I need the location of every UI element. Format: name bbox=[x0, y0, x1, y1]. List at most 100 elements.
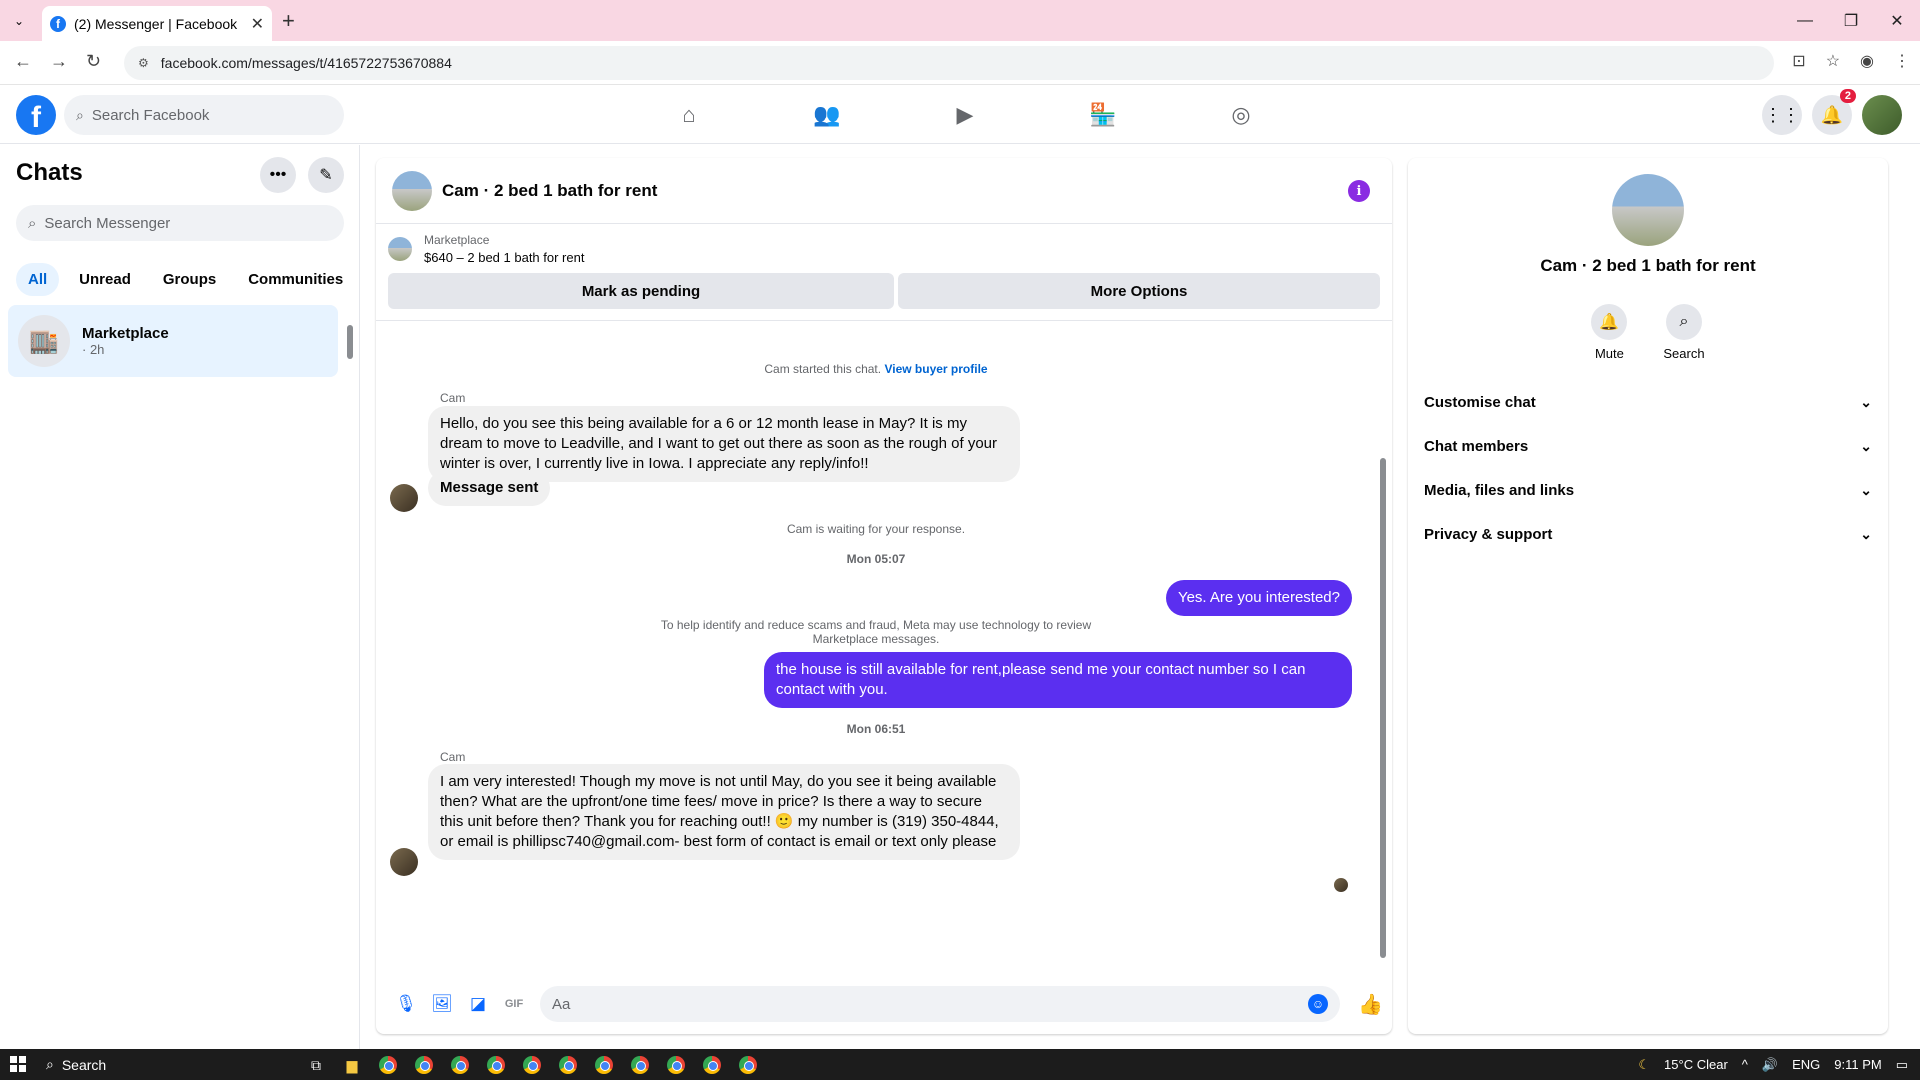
outgoing-message[interactable]: the house is still available for rent,pl… bbox=[764, 652, 1352, 708]
chrome-icon[interactable] bbox=[664, 1053, 688, 1077]
messenger-search-input[interactable]: ⌕ Search Messenger bbox=[16, 205, 344, 241]
message-list: Cam started this chat. View buyer profil… bbox=[376, 322, 1376, 972]
mark-as-pending-button[interactable]: Mark as pending bbox=[388, 273, 894, 309]
facebook-logo-icon[interactable]: f bbox=[16, 95, 56, 135]
chevron-down-icon: ⌄ bbox=[1860, 437, 1872, 454]
chrome-icon[interactable] bbox=[628, 1053, 652, 1077]
chrome-icon[interactable] bbox=[520, 1053, 544, 1077]
conversation-title[interactable]: Cam · 2 bed 1 bath for rent bbox=[442, 181, 657, 201]
mute-button[interactable]: 🔔 Mute bbox=[1591, 304, 1628, 361]
search-in-chat-button[interactable]: ⌕ Search bbox=[1663, 304, 1705, 361]
search-icon: ⌕ bbox=[28, 214, 37, 232]
friends-icon[interactable]: 👥 bbox=[758, 86, 896, 144]
home-icon[interactable]: ⌂ bbox=[620, 86, 758, 144]
weather-text[interactable]: 15°C Clear bbox=[1664, 1057, 1728, 1072]
waiting-notice: Cam is waiting for your response. bbox=[786, 522, 966, 536]
sticker-icon[interactable]: ◪ bbox=[460, 994, 496, 1014]
listing-profile-avatar[interactable] bbox=[1612, 174, 1684, 246]
outgoing-message[interactable]: Yes. Are you interested? bbox=[1165, 580, 1352, 616]
chevron-down-icon: ⌄ bbox=[1860, 481, 1872, 498]
read-receipt-avatar bbox=[1334, 878, 1348, 892]
marketplace-icon[interactable]: 🏪 bbox=[1034, 86, 1172, 144]
more-options-icon[interactable]: ••• bbox=[260, 157, 296, 193]
back-icon[interactable]: ← bbox=[14, 51, 32, 72]
menu-grid-icon[interactable]: ⋮⋮ bbox=[1762, 95, 1802, 135]
chats-scrollbar[interactable] bbox=[346, 305, 354, 365]
chrome-icon[interactable] bbox=[376, 1053, 400, 1077]
filter-groups[interactable]: Groups bbox=[151, 263, 228, 296]
sender-avatar[interactable] bbox=[390, 848, 418, 876]
section-media-files-links[interactable]: Media, files and links ⌄ bbox=[1408, 468, 1888, 512]
section-label: Privacy & support bbox=[1424, 525, 1553, 543]
listing-avatar[interactable] bbox=[392, 170, 432, 211]
section-chat-members[interactable]: Chat members ⌄ bbox=[1408, 424, 1888, 468]
listing-price-title[interactable]: $640 – 2 bed 1 bath for rent bbox=[424, 250, 584, 265]
windows-start-icon[interactable] bbox=[10, 1056, 26, 1072]
minimize-icon[interactable]: — bbox=[1782, 0, 1828, 41]
taskbar-search[interactable]: ⌕ Search bbox=[46, 1049, 106, 1080]
message-input[interactable]: Aa ☺ bbox=[540, 986, 1340, 1022]
close-tab-icon[interactable]: ✕ bbox=[251, 14, 264, 34]
profile-icon[interactable]: ◉ bbox=[1860, 51, 1874, 71]
chrome-icon[interactable] bbox=[556, 1053, 580, 1077]
video-icon[interactable]: ▶ bbox=[896, 86, 1034, 144]
more-options-button[interactable]: More Options bbox=[898, 273, 1380, 309]
search-icon: ⌕ bbox=[1665, 304, 1702, 340]
clock[interactable]: 9:11 PM bbox=[1834, 1057, 1881, 1072]
filter-unread[interactable]: Unread bbox=[67, 263, 143, 296]
view-buyer-profile-link[interactable]: View buyer profile bbox=[884, 362, 987, 376]
filter-all[interactable]: All bbox=[16, 263, 60, 296]
chrome-icon[interactable] bbox=[592, 1053, 616, 1077]
reload-icon[interactable]: ↻ bbox=[86, 51, 101, 72]
facebook-search-input[interactable]: ⌕ Search Facebook bbox=[64, 95, 344, 135]
section-privacy-support[interactable]: Privacy & support ⌄ bbox=[1408, 512, 1888, 556]
language-indicator[interactable]: ENG bbox=[1792, 1057, 1820, 1072]
incoming-message[interactable]: I am very interested! Though my move is … bbox=[428, 764, 1020, 860]
volume-icon[interactable]: 🔊 bbox=[1762, 1057, 1778, 1073]
emoji-icon[interactable]: ☺ bbox=[1308, 994, 1328, 1014]
chrome-icon[interactable] bbox=[412, 1053, 436, 1077]
chat-started-notice: Cam started this chat. View buyer profil… bbox=[376, 362, 1376, 376]
page-scrollbar[interactable] bbox=[1908, 86, 1920, 1049]
account-avatar[interactable] bbox=[1862, 95, 1902, 135]
sender-avatar[interactable] bbox=[390, 484, 418, 512]
browser-tab[interactable]: f (2) Messenger | Facebook ✕ bbox=[42, 6, 272, 41]
menu-kebab-icon[interactable]: ⋮ bbox=[1894, 51, 1910, 71]
chevron-up-icon[interactable]: ^ bbox=[1742, 1057, 1748, 1072]
chat-info-name: Cam · 2 bed 1 bath for rent bbox=[1540, 256, 1756, 275]
microphone-icon[interactable]: 🎙 bbox=[388, 994, 424, 1014]
new-message-icon[interactable]: ✎ bbox=[308, 157, 344, 193]
new-tab-icon[interactable]: + bbox=[282, 8, 295, 34]
section-customise-chat[interactable]: Customise chat ⌄ bbox=[1408, 380, 1888, 424]
chrome-icon[interactable] bbox=[484, 1053, 508, 1077]
filter-communities[interactable]: Communities bbox=[236, 263, 355, 296]
incoming-message[interactable]: Message sent bbox=[428, 470, 551, 506]
chat-filters: All Unread Groups Communities bbox=[16, 263, 355, 296]
groups-icon[interactable]: ◎ bbox=[1172, 86, 1310, 144]
file-explorer-icon[interactable]: ▆ bbox=[340, 1053, 364, 1077]
site-info-icon[interactable]: ⚙ bbox=[138, 56, 149, 70]
gif-icon[interactable]: GIF bbox=[496, 998, 532, 1010]
chrome-icon[interactable] bbox=[736, 1053, 760, 1077]
chrome-icon[interactable] bbox=[448, 1053, 472, 1077]
restore-icon[interactable]: ❐ bbox=[1828, 0, 1874, 41]
notifications-bell-icon[interactable]: 🔔 2 bbox=[1812, 89, 1856, 135]
bookmark-star-icon[interactable]: ☆ bbox=[1826, 51, 1840, 71]
listing-thumbnail[interactable] bbox=[388, 237, 412, 261]
task-view-icon[interactable]: ⧉ bbox=[304, 1053, 328, 1077]
notification-center-icon[interactable]: ▭ bbox=[1896, 1057, 1908, 1073]
thumbs-up-icon[interactable]: 👍 bbox=[1358, 992, 1383, 1017]
attach-image-icon[interactable]: 🖼 bbox=[424, 994, 460, 1014]
url-field[interactable]: ⚙ facebook.com/messages/t/41657227536708… bbox=[124, 46, 1774, 80]
marketplace-label: Marketplace bbox=[424, 233, 490, 247]
address-bar-row: ← → ↻ ⚙ facebook.com/messages/t/41657227… bbox=[0, 41, 1920, 85]
tab-dropdown-icon[interactable]: ⌄ bbox=[8, 10, 30, 32]
install-app-icon[interactable]: ⊡ bbox=[1792, 51, 1805, 71]
info-icon[interactable]: i bbox=[1348, 180, 1370, 202]
chrome-icon[interactable] bbox=[700, 1053, 724, 1077]
close-window-icon[interactable]: ✕ bbox=[1874, 0, 1920, 41]
moon-weather-icon[interactable]: ☾ bbox=[1638, 1057, 1650, 1073]
conversation-scrollbar[interactable] bbox=[1378, 328, 1388, 968]
chat-list-item[interactable]: 🏬 Marketplace · 2h bbox=[8, 305, 338, 377]
forward-icon[interactable]: → bbox=[50, 51, 68, 72]
